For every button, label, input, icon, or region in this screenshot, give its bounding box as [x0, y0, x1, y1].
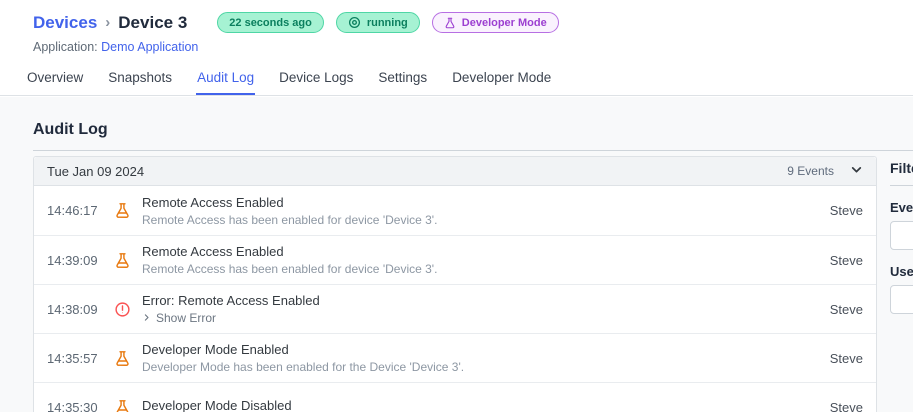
day-group-date: Tue Jan 09 2024: [47, 163, 145, 179]
audit-log-row: 14:39:09 Remote Access Enabled Remote Ac…: [34, 235, 876, 284]
chevron-down-icon: [850, 163, 863, 179]
audit-log-row: 14:38:09 Error: Remote Access Enabled Sh…: [34, 284, 876, 333]
user-filter-label: User: [890, 264, 913, 279]
event-title: Error: Remote Access Enabled: [142, 293, 320, 308]
event-time: 14:39:09: [47, 252, 98, 268]
event-user: Steve: [829, 350, 863, 366]
section-divider: [33, 150, 913, 151]
event-filter-label: Event: [890, 200, 913, 215]
target-icon: [348, 16, 361, 29]
event-title: Developer Mode Disabled: [142, 398, 292, 412]
developer-mode-badge: Developer Mode: [431, 12, 559, 33]
tab-snapshots[interactable]: Snapshots: [107, 61, 173, 95]
event-user: Steve: [829, 301, 863, 317]
application-label: Application:: [33, 40, 102, 54]
event-time: 14:35:30: [47, 399, 98, 412]
events-count: 9 Events: [787, 164, 834, 178]
last-seen-badge: 22 seconds ago: [217, 12, 324, 33]
tab-bar: Overview Snapshots Audit Log Device Logs…: [0, 61, 913, 96]
user-filter-input[interactable]: [890, 285, 913, 314]
error-icon: [114, 301, 142, 318]
audit-log-row: 14:35:57 Developer Mode Enabled Develope…: [34, 333, 876, 382]
event-user: Steve: [829, 399, 863, 412]
audit-log-row: 14:35:30 Developer Mode Disabled Steve: [34, 382, 876, 412]
breadcrumb-devices-link[interactable]: Devices: [33, 13, 97, 33]
show-error-toggle[interactable]: Show Error: [142, 311, 820, 325]
running-status-label: running: [366, 16, 408, 29]
event-user: Steve: [829, 203, 863, 218]
flask-icon: [444, 17, 456, 29]
event-user: Steve: [829, 252, 863, 268]
event-time: 14:46:17: [47, 203, 98, 218]
collapse-day-group-button[interactable]: [850, 163, 863, 179]
filter-panel-title: Filter: [890, 160, 913, 176]
filter-panel: Filter Event User: [890, 160, 913, 314]
event-description: Remote Access has been enabled for devic…: [142, 212, 438, 227]
status-badges: 22 seconds ago running Developer Mode: [217, 12, 559, 33]
flask-icon: [114, 350, 142, 367]
chevron-right-icon: [142, 311, 151, 325]
tab-settings[interactable]: Settings: [377, 61, 428, 95]
event-title: Remote Access Enabled: [142, 194, 284, 210]
flask-icon: [114, 252, 142, 269]
event-time: 14:35:57: [47, 350, 98, 366]
device-detail-page: Devices › Device 3 22 seconds ago runnin…: [0, 0, 913, 412]
event-filter-input[interactable]: [890, 221, 913, 250]
audit-log-card: Tue Jan 09 2024 9 Events 14:46:17 Remote…: [33, 156, 877, 412]
flask-icon: [114, 399, 142, 412]
tab-audit-log[interactable]: Audit Log: [196, 61, 256, 95]
breadcrumb-separator: ›: [105, 14, 111, 31]
application-link[interactable]: Demo Application: [101, 40, 198, 54]
running-status-badge: running: [335, 12, 420, 33]
filter-divider: [890, 185, 913, 186]
section-title: Audit Log: [33, 121, 108, 138]
breadcrumb-current-device: Device 3: [118, 12, 188, 32]
day-group-header[interactable]: Tue Jan 09 2024 9 Events: [34, 157, 876, 186]
application-line: Application: Demo Application: [33, 40, 559, 54]
event-time: 14:38:09: [47, 301, 98, 317]
audit-log-section: Audit Log Tue Jan 09 2024 9 Events 14:46…: [0, 97, 913, 412]
tab-overview[interactable]: Overview: [26, 61, 84, 95]
last-seen-label: 22 seconds ago: [229, 16, 312, 29]
event-description: Remote Access has been enabled for devic…: [142, 262, 438, 276]
developer-mode-label: Developer Mode: [461, 16, 547, 29]
event-title: Developer Mode Enabled: [142, 342, 289, 357]
event-title: Remote Access Enabled: [142, 244, 284, 259]
tab-device-logs[interactable]: Device Logs: [278, 61, 354, 95]
flask-icon: [114, 202, 142, 219]
event-description: Developer Mode has been enabled for the …: [142, 360, 465, 374]
tab-developer-mode[interactable]: Developer Mode: [451, 61, 552, 95]
show-error-label: Show Error: [156, 311, 217, 325]
audit-log-row: 14:46:17 Remote Access Enabled Remote Ac…: [34, 186, 876, 235]
page-header: Devices › Device 3 22 seconds ago runnin…: [33, 12, 559, 54]
breadcrumb: Devices › Device 3 22 seconds ago runnin…: [33, 12, 559, 33]
